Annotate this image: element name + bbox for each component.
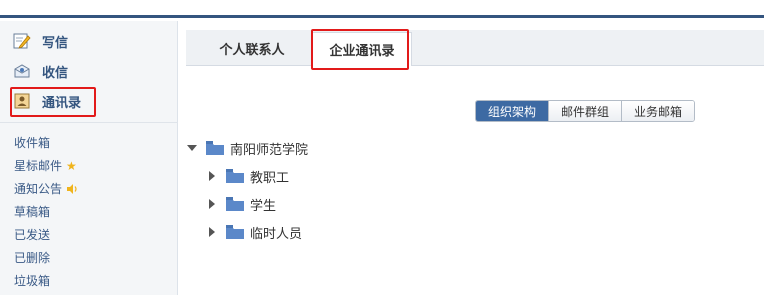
sidebar: 写信 收信 通讯录 收件箱 星标邮件 ★ 通知公告 草稿箱 已发送 已删除 垃圾… xyxy=(0,21,178,295)
folder-notices[interactable]: 通知公告 xyxy=(14,177,164,200)
tree-node-staff[interactable]: 教职工 xyxy=(206,167,290,186)
folder-icon xyxy=(206,141,224,155)
mail-groups-button[interactable]: 邮件群组 xyxy=(549,101,623,121)
view-switch: 组织架构 邮件群组 业务邮箱 xyxy=(475,100,696,122)
tree-node-temporary-label: 临时人员 xyxy=(250,226,303,242)
folder-starred[interactable]: 星标邮件 ★ xyxy=(14,154,164,177)
org-structure-button[interactable]: 组织架构 xyxy=(476,101,550,121)
tree-node-students-label: 学生 xyxy=(250,198,277,214)
tab-enterprise-directory[interactable]: 企业通讯录 xyxy=(312,32,412,66)
speaker-icon xyxy=(66,183,78,195)
folder-trash[interactable]: 垃圾箱 xyxy=(14,269,164,292)
star-icon: ★ xyxy=(66,158,77,173)
sidebar-divider xyxy=(0,122,178,123)
folder-icon xyxy=(226,169,244,183)
folder-deleted-label: 已删除 xyxy=(14,251,51,265)
folder-icon xyxy=(226,197,244,211)
caret-right-icon[interactable] xyxy=(206,227,218,237)
contact-book-icon xyxy=(12,92,32,110)
folder-deleted[interactable]: 已删除 xyxy=(14,246,164,269)
folder-notices-label: 通知公告 xyxy=(14,182,63,196)
write-mail-label: 写信 xyxy=(42,35,69,51)
receive-mail-button[interactable]: 收信 xyxy=(12,59,68,83)
folder-drafts[interactable]: 草稿箱 xyxy=(14,200,164,223)
top-header-bar xyxy=(0,0,764,18)
tree-node-temporary[interactable]: 临时人员 xyxy=(206,223,303,242)
folder-sent[interactable]: 已发送 xyxy=(14,223,164,246)
folder-sent-label: 已发送 xyxy=(14,228,51,242)
business-mailbox-button[interactable]: 业务邮箱 xyxy=(622,101,695,121)
folder-list: 收件箱 星标邮件 ★ 通知公告 草稿箱 已发送 已删除 垃圾箱 xyxy=(14,131,164,292)
tree-node-root-label: 南阳师范学院 xyxy=(230,142,309,158)
tree-node-root[interactable]: 南阳师范学院 xyxy=(186,139,309,158)
inbox-icon xyxy=(12,62,32,80)
caret-down-icon[interactable] xyxy=(186,144,198,152)
tree-node-staff-label: 教职工 xyxy=(250,170,290,186)
tree-node-students[interactable]: 学生 xyxy=(206,195,277,214)
folder-icon xyxy=(226,225,244,239)
contacts-label: 通讯录 xyxy=(42,95,82,111)
write-mail-button[interactable]: 写信 xyxy=(12,29,68,53)
receive-mail-label: 收信 xyxy=(42,65,69,81)
contacts-button[interactable]: 通讯录 xyxy=(12,89,81,113)
caret-right-icon[interactable] xyxy=(206,171,218,181)
folder-drafts-label: 草稿箱 xyxy=(14,205,51,219)
tab-personal-contacts[interactable]: 个人联系人 xyxy=(202,30,302,66)
caret-right-icon[interactable] xyxy=(206,199,218,209)
address-book-tab-bar: 个人联系人 企业通讯录 xyxy=(186,30,764,66)
folder-trash-label: 垃圾箱 xyxy=(14,274,51,288)
folder-starred-label: 星标邮件 xyxy=(14,159,63,173)
pencil-edit-icon xyxy=(12,32,32,50)
folder-inbox-label: 收件箱 xyxy=(14,136,51,150)
folder-inbox[interactable]: 收件箱 xyxy=(14,131,164,154)
